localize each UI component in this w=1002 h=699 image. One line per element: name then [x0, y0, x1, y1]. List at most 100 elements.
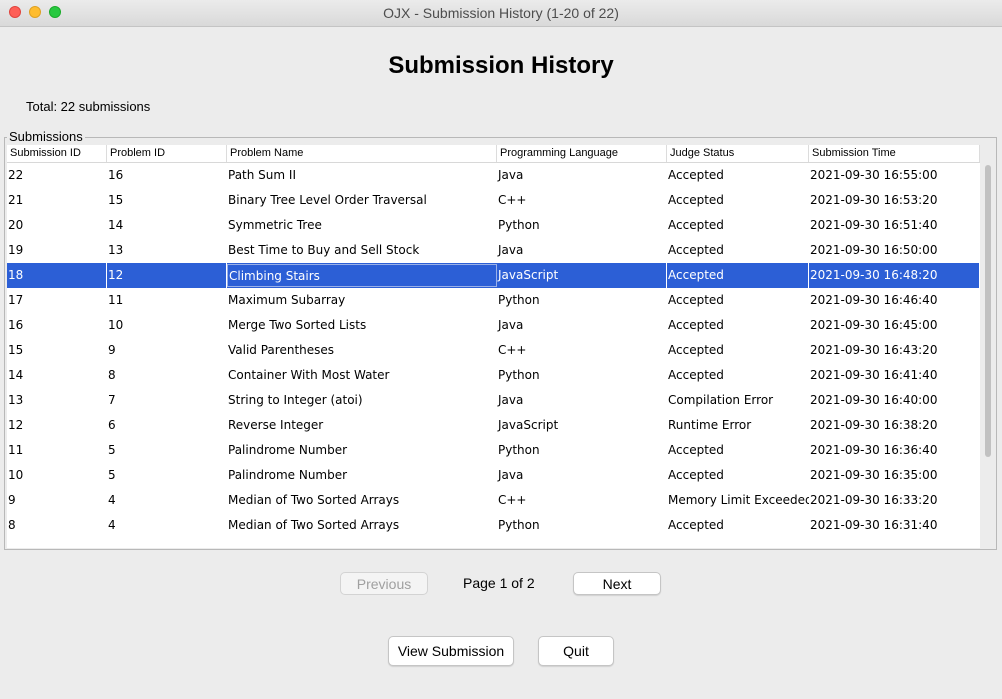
cell-judge-status[interactable]: Accepted [667, 363, 809, 388]
cell-problem-name[interactable]: Binary Tree Level Order Traversal [227, 188, 497, 213]
cell-problem-name[interactable]: Valid Parentheses [227, 338, 497, 363]
cell-submission-id[interactable]: 14 [7, 363, 107, 388]
cell-programming-language[interactable]: Python [497, 438, 667, 463]
cell-problem-name[interactable]: Merge Two Sorted Lists [227, 313, 497, 338]
quit-button[interactable]: Quit [538, 636, 614, 666]
cell-problem-id[interactable]: 16 [107, 163, 227, 188]
cell-submission-time[interactable]: 2021-09-30 16:46:40 [809, 288, 980, 313]
cell-problem-id[interactable]: 13 [107, 238, 227, 263]
cell-problem-name[interactable]: Palindrome Number [227, 438, 497, 463]
cell-submission-id[interactable]: 16 [7, 313, 107, 338]
submissions-table[interactable]: Submission ID Problem ID Problem Name Pr… [7, 145, 980, 548]
cell-judge-status[interactable]: Runtime Error [667, 413, 809, 438]
column-header-submission-time[interactable]: Submission Time [809, 145, 980, 162]
cell-submission-time[interactable]: 2021-09-30 16:53:20 [809, 188, 980, 213]
cell-programming-language[interactable]: JavaScript [497, 413, 667, 438]
cell-submission-id[interactable]: 17 [7, 288, 107, 313]
cell-submission-id[interactable]: 10 [7, 463, 107, 488]
table-row[interactable]: 10 5 Palindrome Number Java Accepted 2021-09-… [7, 463, 980, 488]
cell-submission-id[interactable]: 9 [7, 488, 107, 513]
cell-problem-id[interactable]: 15 [107, 188, 227, 213]
column-header-problem-id[interactable]: Problem ID [107, 145, 227, 162]
table-row[interactable]: 19 13 Best Time to Buy and Sell Stock Java A… [7, 238, 980, 263]
table-row[interactable]: 16 10 Merge Two Sorted Lists Java Accepted 20… [7, 313, 980, 338]
scrollbar-thumb[interactable] [985, 165, 991, 457]
cell-programming-language[interactable]: C++ [497, 488, 667, 513]
cell-problem-name[interactable]: Maximum Subarray [227, 288, 497, 313]
cell-submission-id[interactable]: 13 [7, 388, 107, 413]
cell-problem-id[interactable]: 14 [107, 213, 227, 238]
cell-submission-time[interactable]: 2021-09-30 16:45:00 [809, 313, 980, 338]
table-row[interactable]: 22 16 Path Sum II Java Accepted 2021-09-30 16… [7, 163, 980, 188]
cell-programming-language[interactable]: C++ [497, 338, 667, 363]
column-header-judge-status[interactable]: Judge Status [667, 145, 809, 162]
cell-programming-language[interactable]: Java [497, 238, 667, 263]
cell-problem-name[interactable]: Path Sum II [227, 163, 497, 188]
table-row[interactable]: 11 5 Palindrome Number Python Accepted 2021-0… [7, 438, 980, 463]
cell-problem-id[interactable]: 7 [107, 388, 227, 413]
next-page-button[interactable]: Next [573, 572, 661, 595]
table-row[interactable]: 9 4 Median of Two Sorted Arrays C++ Memory L… [7, 488, 980, 513]
cell-problem-name[interactable]: Reverse Integer [227, 413, 497, 438]
cell-programming-language[interactable]: Python [497, 363, 667, 388]
cell-judge-status[interactable]: Accepted [667, 513, 809, 538]
cell-submission-id[interactable]: 22 [7, 163, 107, 188]
column-header-programming-language[interactable]: Programming Language [497, 145, 667, 162]
cell-problem-name[interactable]: Container With Most Water [227, 363, 497, 388]
cell-submission-id[interactable]: 18 [7, 263, 107, 288]
cell-judge-status[interactable]: Accepted [667, 313, 809, 338]
cell-problem-id[interactable]: 4 [107, 488, 227, 513]
table-row[interactable]: 18 12 Climbing Stairs JavaScript Accepted 202… [7, 263, 980, 288]
cell-judge-status[interactable]: Memory Limit Exceeded [667, 488, 809, 513]
cell-submission-time[interactable]: 2021-09-30 16:48:20 [809, 263, 980, 288]
cell-programming-language[interactable]: Python [497, 213, 667, 238]
cell-problem-id[interactable]: 6 [107, 413, 227, 438]
cell-problem-name[interactable]: Best Time to Buy and Sell Stock [227, 238, 497, 263]
cell-submission-time[interactable]: 2021-09-30 16:31:40 [809, 513, 980, 538]
cell-programming-language[interactable]: Java [497, 163, 667, 188]
cell-submission-time[interactable]: 2021-09-30 16:38:20 [809, 413, 980, 438]
cell-problem-id[interactable]: 11 [107, 288, 227, 313]
cell-judge-status[interactable]: Accepted [667, 213, 809, 238]
cell-submission-time[interactable]: 2021-09-30 16:33:20 [809, 488, 980, 513]
cell-submission-time[interactable]: 2021-09-30 16:43:20 [809, 338, 980, 363]
cell-problem-name[interactable]: String to Integer (atoi) [227, 388, 497, 413]
cell-programming-language[interactable]: Java [497, 388, 667, 413]
cell-submission-time[interactable]: 2021-09-30 16:40:00 [809, 388, 980, 413]
cell-problem-name[interactable]: Median of Two Sorted Arrays [227, 513, 497, 538]
cell-submission-id[interactable]: 15 [7, 338, 107, 363]
cell-submission-time[interactable]: 2021-09-30 16:35:00 [809, 463, 980, 488]
table-row[interactable]: 21 15 Binary Tree Level Order Traversal C++… [7, 188, 980, 213]
cell-problem-id[interactable]: 4 [107, 513, 227, 538]
table-row[interactable]: 8 4 Median of Two Sorted Arrays Python Accep… [7, 513, 980, 538]
cell-submission-id[interactable]: 20 [7, 213, 107, 238]
cell-problem-id[interactable]: 5 [107, 438, 227, 463]
table-row[interactable]: 20 14 Symmetric Tree Python Accepted 2021-09-… [7, 213, 980, 238]
cell-submission-id[interactable]: 11 [7, 438, 107, 463]
cell-submission-time[interactable]: 2021-09-30 16:51:40 [809, 213, 980, 238]
cell-programming-language[interactable]: JavaScript [497, 263, 667, 288]
cell-problem-id[interactable]: 12 [107, 263, 227, 288]
cell-problem-id[interactable]: 5 [107, 463, 227, 488]
cell-programming-language[interactable]: C++ [497, 188, 667, 213]
cell-judge-status[interactable]: Accepted [667, 463, 809, 488]
cell-programming-language[interactable]: Python [497, 288, 667, 313]
cell-submission-id[interactable]: 21 [7, 188, 107, 213]
cell-problem-name[interactable]: Climbing Stairs [227, 264, 497, 287]
cell-submission-time[interactable]: 2021-09-30 16:41:40 [809, 363, 980, 388]
cell-submission-time[interactable]: 2021-09-30 16:55:00 [809, 163, 980, 188]
previous-page-button[interactable]: Previous [340, 572, 428, 595]
cell-submission-time[interactable]: 2021-09-30 16:36:40 [809, 438, 980, 463]
table-row[interactable]: 13 7 String to Integer (atoi) Java Compilati… [7, 388, 980, 413]
cell-judge-status[interactable]: Accepted [667, 188, 809, 213]
cell-programming-language[interactable]: Python [497, 513, 667, 538]
cell-judge-status[interactable]: Accepted [667, 263, 809, 288]
cell-programming-language[interactable]: Java [497, 313, 667, 338]
cell-submission-id[interactable]: 8 [7, 513, 107, 538]
cell-judge-status[interactable]: Accepted [667, 238, 809, 263]
column-header-problem-name[interactable]: Problem Name [227, 145, 497, 162]
view-submission-button[interactable]: View Submission [388, 636, 514, 666]
cell-judge-status[interactable]: Accepted [667, 288, 809, 313]
cell-judge-status[interactable]: Accepted [667, 338, 809, 363]
cell-judge-status[interactable]: Compilation Error [667, 388, 809, 413]
